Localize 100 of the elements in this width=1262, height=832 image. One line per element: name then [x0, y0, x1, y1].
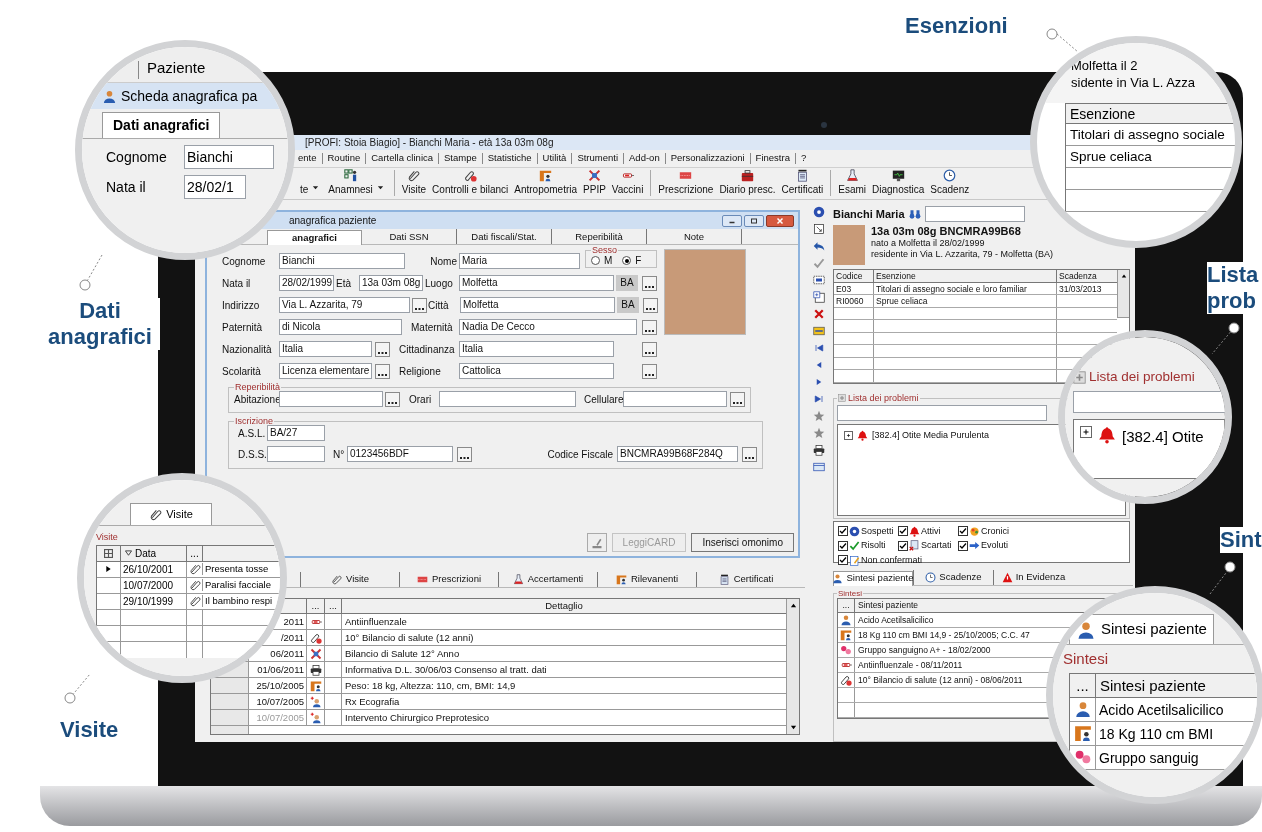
checkbox[interactable] — [898, 540, 908, 551]
tab[interactable]: Accertamenti — [498, 572, 597, 587]
menu-item[interactable]: Add-on — [629, 151, 660, 166]
tab[interactable]: Visite — [130, 503, 212, 525]
menu-item[interactable]: Cartella clinica — [371, 151, 434, 166]
text-field[interactable] — [279, 391, 383, 407]
menu-item[interactable]: Personalizzazioni — [670, 151, 745, 166]
tab[interactable]: Prescrizioni — [399, 572, 498, 587]
close-button[interactable] — [766, 214, 794, 227]
action-button[interactable]: Inserisci omonimo — [691, 533, 794, 552]
tab[interactable]: Dati SSN — [362, 229, 457, 244]
tab[interactable]: Rilevanenti — [597, 572, 696, 587]
browse-button[interactable] — [642, 275, 657, 291]
text-field[interactable]: 28/02/1 — [184, 175, 246, 199]
expand-toggle[interactable] — [1080, 426, 1092, 439]
toolbar-button[interactable]: Certificati — [778, 169, 827, 197]
maximize-button[interactable] — [744, 214, 764, 227]
browse-button[interactable] — [742, 446, 757, 462]
tab[interactable]: anagrafici — [267, 230, 362, 245]
text-field[interactable]: BNCMRA99B68F284Q — [617, 446, 738, 462]
toolbar-button[interactable]: Diagnostica — [869, 169, 928, 197]
text-field[interactable]: 13a 03m 08g — [359, 275, 423, 291]
toolbar-button[interactable] — [813, 206, 825, 218]
text-field[interactable]: Italia — [459, 341, 614, 357]
filter-option[interactable]: Scartati — [898, 539, 958, 553]
text-field[interactable] — [267, 446, 325, 462]
filter-option[interactable]: Non confermati — [838, 553, 1038, 567]
menu-item[interactable]: Routine — [327, 151, 361, 166]
filter-option[interactable]: Attivi — [898, 524, 958, 538]
toolbar-button[interactable]: Visite — [398, 169, 430, 197]
text-field[interactable]: BA/27 — [267, 425, 325, 441]
menu-item[interactable]: Finestra — [755, 151, 790, 166]
tab[interactable]: Dati anagrafici — [102, 112, 221, 138]
checkbox[interactable] — [838, 526, 848, 537]
text-field[interactable]: Molfetta — [460, 297, 615, 313]
menu-item[interactable]: ente — [298, 151, 317, 166]
radio-circle[interactable] — [622, 256, 632, 265]
filter-option[interactable]: Cronici — [958, 524, 1038, 538]
text-field[interactable] — [439, 391, 576, 407]
tab[interactable]: Scadenze — [913, 569, 993, 585]
text-field[interactable]: Cattolica — [459, 363, 614, 379]
text-field[interactable] — [837, 404, 1047, 421]
checkbox[interactable] — [838, 540, 848, 551]
browse-button[interactable] — [642, 363, 657, 379]
toolbar-button[interactable] — [813, 444, 825, 456]
toolbar-button[interactable]: Scadenz — [927, 169, 973, 197]
toolbar-button[interactable]: te — [297, 182, 326, 197]
card-reader-button[interactable] — [586, 533, 607, 552]
text-field[interactable]: Bianchi — [184, 145, 274, 169]
checkbox[interactable] — [898, 526, 908, 537]
text-field[interactable] — [623, 391, 727, 407]
menu-item[interactable]: Utilità — [542, 151, 567, 166]
browse-button[interactable] — [457, 446, 472, 462]
tab[interactable]: Dati fiscali/Stat. — [457, 229, 552, 244]
browse-button[interactable] — [375, 341, 390, 357]
text-field[interactable]: 0123456BDF — [347, 446, 453, 462]
filter-option[interactable]: Risolti — [838, 539, 898, 553]
text-field[interactable]: di Nicola — [279, 319, 402, 335]
toolbar-button[interactable] — [813, 274, 825, 286]
text-field[interactable]: Licenza elementare — [279, 363, 372, 379]
menu-item[interactable]: Paziente — [147, 56, 206, 79]
toolbar-button[interactable]: Prescrizione — [655, 169, 717, 197]
text-field[interactable] — [924, 206, 1025, 223]
menu-item[interactable]: Strumenti — [577, 151, 619, 166]
tab[interactable]: In Evidenza — [993, 569, 1073, 585]
tab[interactable]: Visite — [300, 572, 399, 587]
text-field[interactable]: Italia — [279, 341, 372, 357]
toolbar-button[interactable] — [813, 240, 825, 252]
expand-toggle[interactable] — [844, 430, 853, 440]
browse-button[interactable] — [412, 297, 427, 313]
toolbar-button[interactable]: Vaccini — [608, 169, 647, 197]
browse-button[interactable] — [642, 341, 657, 357]
menu-item[interactable]: ? — [800, 151, 807, 166]
toolbar-button[interactable]: Anamnesi — [325, 169, 390, 197]
toolbar-button[interactable]: Diario presc. — [716, 169, 779, 197]
toolbar-button[interactable] — [813, 223, 825, 235]
toolbar-button[interactable] — [813, 393, 825, 405]
toolbar-button[interactable]: Esami — [835, 169, 869, 197]
filter-option[interactable]: Evoluti — [958, 539, 1038, 553]
tree-item[interactable]: [382.4] Otite Media Purulenta — [872, 428, 990, 442]
browse-button[interactable] — [375, 363, 390, 379]
tab[interactable]: Reperibilità — [552, 229, 647, 244]
filter-option[interactable]: Sospetti — [838, 524, 898, 538]
text-field[interactable]: Maria — [459, 253, 580, 269]
menu-item[interactable]: Statistiche — [487, 151, 532, 166]
text-field[interactable]: Molfetta — [459, 275, 614, 291]
text-field[interactable]: Nadia De Cecco — [459, 319, 637, 335]
tab[interactable]: Sintesi paziente — [1069, 614, 1214, 644]
radio-button[interactable]: M — [591, 253, 613, 268]
checkbox[interactable] — [958, 540, 968, 551]
browse-button[interactable] — [385, 391, 400, 407]
toolbar-button[interactable]: Controlli e bilanci — [429, 169, 512, 197]
browse-button[interactable] — [642, 319, 657, 335]
tab[interactable]: Sintesi paziente — [833, 570, 913, 586]
text-field[interactable] — [1073, 391, 1225, 414]
browse-button[interactable] — [643, 297, 658, 313]
menu-item[interactable]: Stampe — [444, 151, 477, 166]
text-field[interactable]: 28/02/1999 — [279, 275, 334, 291]
radio-button[interactable]: F — [622, 253, 642, 268]
checkbox[interactable] — [838, 555, 848, 566]
